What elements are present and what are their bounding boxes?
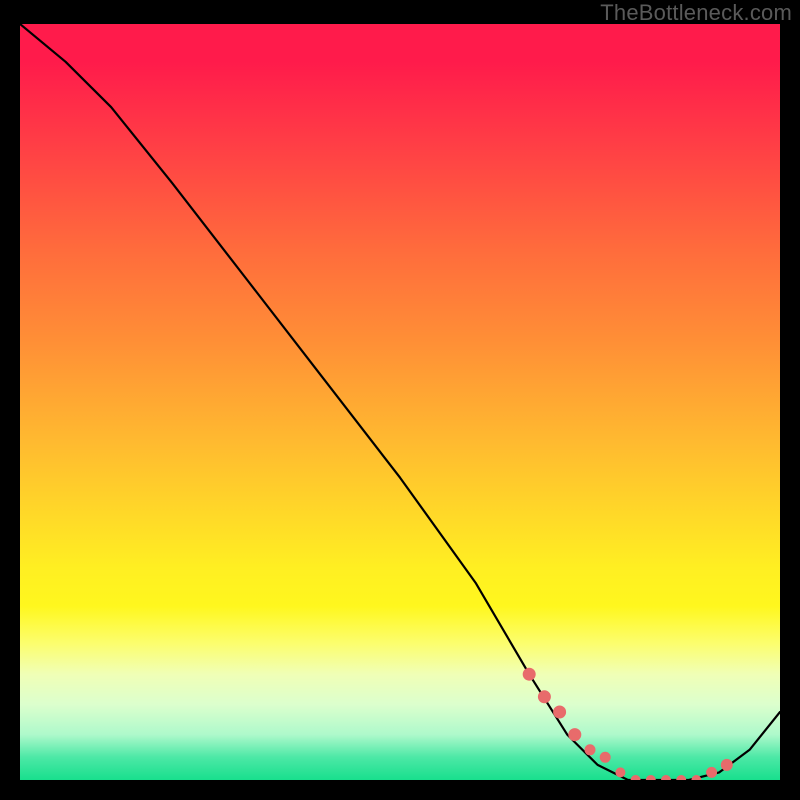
highlight-dot — [692, 776, 701, 781]
highlight-dot — [707, 767, 717, 777]
highlight-dot — [616, 768, 625, 777]
highlight-dot — [600, 752, 610, 762]
highlight-dots-group — [523, 668, 732, 780]
highlight-dot — [631, 776, 640, 781]
attribution-text: TheBottleneck.com — [600, 0, 792, 26]
highlight-dot — [677, 776, 686, 781]
bottleneck-curve — [20, 24, 780, 780]
highlight-dot — [721, 759, 732, 770]
highlight-dot — [585, 745, 595, 755]
outer-frame: TheBottleneck.com — [0, 0, 800, 800]
highlight-dot — [662, 776, 671, 781]
highlight-dot — [569, 729, 581, 741]
highlight-dot — [554, 706, 566, 718]
chart-overlay — [20, 24, 780, 780]
highlight-dot — [538, 691, 550, 703]
highlight-dot — [646, 776, 655, 781]
highlight-dot — [523, 668, 535, 680]
